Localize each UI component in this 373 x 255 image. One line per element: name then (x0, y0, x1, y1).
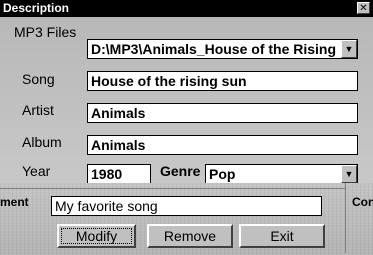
modify-button[interactable]: Modify (57, 224, 136, 248)
close-icon[interactable]: ✕ (357, 2, 370, 14)
mp3-files-select[interactable]: D:\MP3\Animals_House of the Rising Su ▼ (87, 39, 358, 59)
year-label: Year (22, 163, 51, 179)
title-bar: Description ✕ (0, 0, 373, 17)
group-divider-vertical (345, 183, 346, 253)
genre-label: Genre (160, 163, 201, 179)
mp3-files-value: D:\MP3\Animals_House of the Rising Su (91, 41, 339, 57)
comment-right-label: Con (352, 195, 373, 209)
remove-button[interactable]: Remove (147, 224, 233, 248)
comment-input[interactable]: My favorite song (51, 196, 322, 216)
chevron-down-icon[interactable]: ▼ (341, 165, 357, 183)
genre-value: Pop (209, 166, 236, 182)
album-input[interactable]: Animals (87, 135, 358, 155)
window-title: Description (3, 1, 70, 15)
exit-button[interactable]: Exit (239, 224, 325, 248)
chevron-down-icon[interactable]: ▼ (341, 40, 357, 58)
artist-input[interactable]: Animals (87, 103, 358, 123)
group-divider (0, 188, 345, 189)
song-input[interactable]: House of the rising sun (87, 71, 358, 91)
year-input[interactable]: 1980 (87, 164, 151, 184)
genre-select[interactable]: Pop ▼ (205, 164, 358, 184)
mp3-files-label: MP3 Files (14, 24, 77, 40)
comment-label: ment (0, 195, 29, 209)
song-label: Song (22, 71, 55, 87)
artist-label: Artist (22, 102, 54, 118)
album-label: Album (22, 134, 62, 150)
